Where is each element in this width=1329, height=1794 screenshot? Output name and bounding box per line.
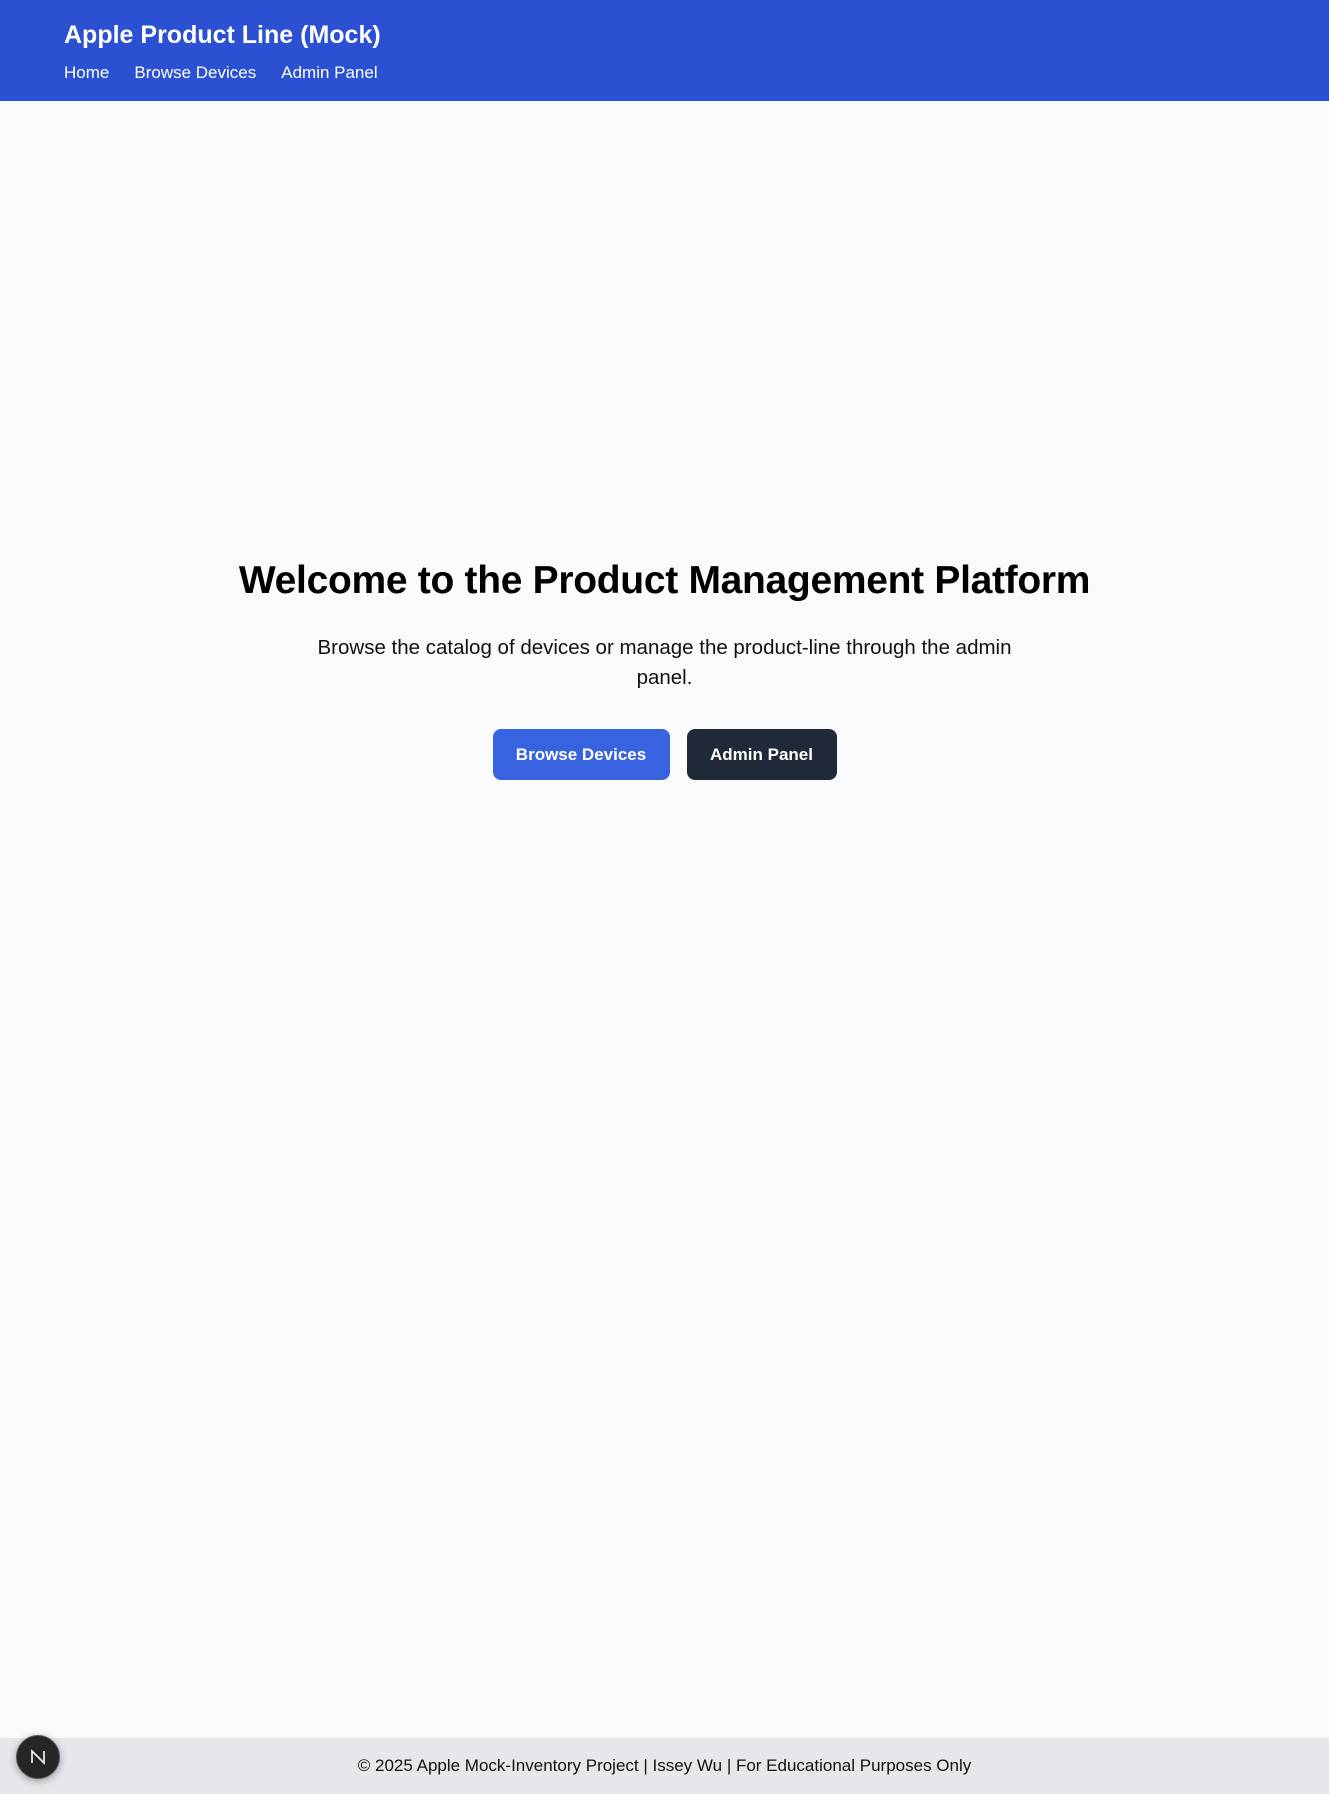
next-js-logo-icon xyxy=(31,1749,45,1765)
nav-link-browse-devices[interactable]: Browse Devices xyxy=(134,62,256,84)
next-js-dev-indicator[interactable] xyxy=(16,1735,60,1779)
main-nav: Home Browse Devices Admin Panel xyxy=(64,62,378,84)
admin-panel-button[interactable]: Admin Panel xyxy=(686,729,837,780)
nav-link-admin-panel[interactable]: Admin Panel xyxy=(281,62,377,84)
hero-subtitle: Browse the catalog of devices or manage … xyxy=(317,636,1012,689)
hero-section: Welcome to the Product Management Platfo… xyxy=(0,555,1329,780)
footer-text: © 2025 Apple Mock-Inventory Project | Is… xyxy=(357,1756,972,1775)
browse-devices-button[interactable]: Browse Devices xyxy=(492,729,670,780)
hero-heading: Welcome to the Product Management Platfo… xyxy=(238,559,1091,602)
site-footer: © 2025 Apple Mock-Inventory Project | Is… xyxy=(0,1738,1329,1794)
hero-actions: Browse Devices Admin Panel xyxy=(0,729,1329,780)
site-title: Apple Product Line (Mock) xyxy=(64,21,381,49)
site-header: Apple Product Line (Mock) Home Browse De… xyxy=(0,0,1329,101)
nav-link-home[interactable]: Home xyxy=(64,62,109,84)
